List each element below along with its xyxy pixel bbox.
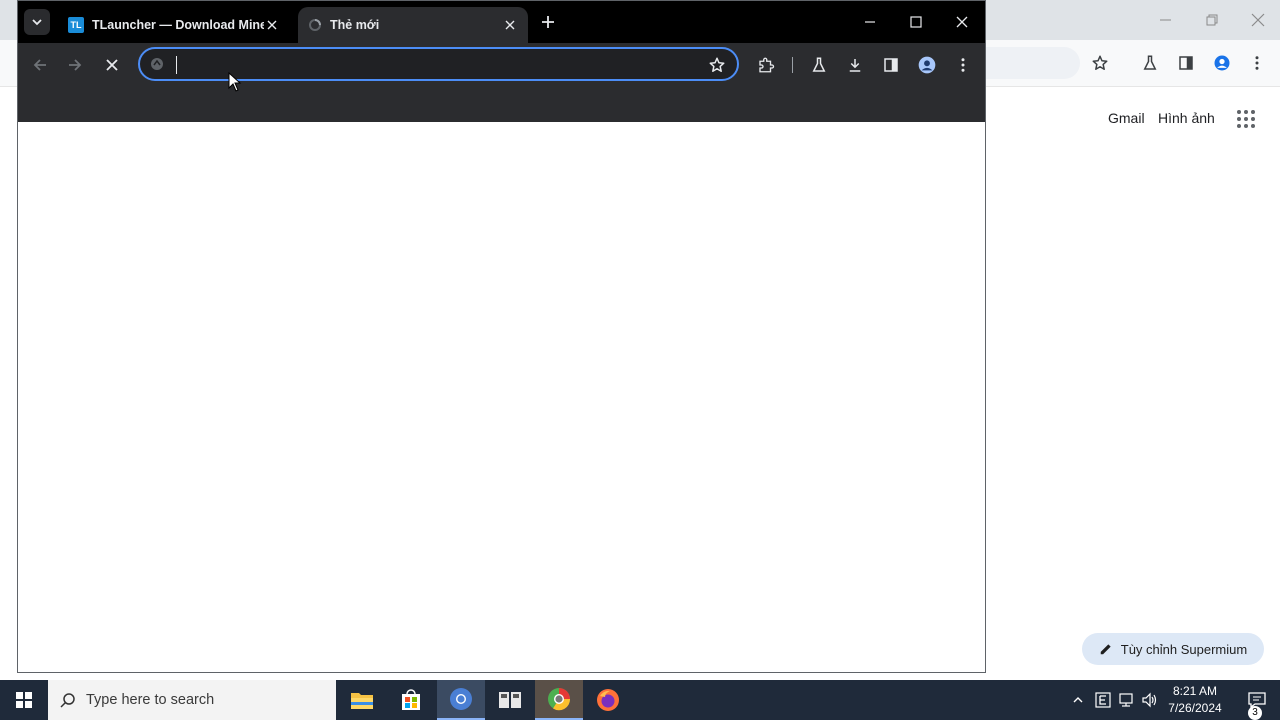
images-link[interactable]: Hình ảnh bbox=[1158, 110, 1215, 126]
minimize-button[interactable] bbox=[860, 12, 880, 32]
tab-new-tab[interactable]: Thẻ mới bbox=[298, 7, 528, 43]
close-icon bbox=[105, 58, 119, 72]
tab-title: TLauncher — Download Minec bbox=[92, 18, 264, 32]
network-icon[interactable] bbox=[1117, 690, 1137, 710]
chrome-app[interactable] bbox=[437, 680, 485, 720]
forward-button[interactable] bbox=[65, 55, 85, 75]
loading-spinner-icon bbox=[308, 18, 322, 32]
text-caret bbox=[176, 56, 177, 74]
maximize-icon bbox=[910, 16, 922, 28]
system-clock[interactable]: 8:21 AM 7/26/2024 bbox=[1162, 683, 1228, 717]
browser-toolbar bbox=[18, 43, 985, 87]
windows-icon bbox=[16, 692, 32, 708]
labs-icon[interactable] bbox=[1141, 54, 1159, 72]
maximize-button[interactable] bbox=[906, 12, 926, 32]
apps-grid-icon[interactable] bbox=[1236, 109, 1256, 129]
close-icon[interactable] bbox=[1248, 10, 1268, 30]
foreground-browser-window: TL TLauncher — Download Minec Thẻ mới bbox=[17, 0, 986, 673]
stop-loading-button[interactable] bbox=[102, 55, 122, 75]
close-icon bbox=[956, 16, 968, 28]
clock-time: 8:21 AM bbox=[1172, 684, 1218, 698]
minimize-icon bbox=[864, 16, 876, 28]
firefox-app[interactable] bbox=[584, 680, 632, 720]
taskbar: Type here to search 8:21 AM 7/26/2024 bbox=[0, 680, 1280, 720]
search-icon bbox=[60, 692, 76, 708]
supermium-icon bbox=[547, 687, 571, 711]
firefox-icon bbox=[596, 688, 620, 712]
folder-icon bbox=[350, 689, 374, 711]
app-4[interactable] bbox=[486, 680, 534, 720]
mouse-cursor-icon bbox=[228, 72, 242, 92]
clock-date: 7/26/2024 bbox=[1168, 701, 1222, 715]
toolbar-divider bbox=[792, 57, 793, 73]
close-icon[interactable] bbox=[264, 17, 280, 33]
customize-label: Tùy chỉnh Supermium bbox=[1120, 641, 1248, 657]
menu-icon[interactable] bbox=[1248, 54, 1266, 72]
tab-search-button[interactable] bbox=[24, 9, 50, 35]
minimize-icon[interactable] bbox=[1156, 10, 1176, 30]
start-button[interactable] bbox=[0, 680, 48, 720]
download-icon[interactable] bbox=[845, 55, 865, 75]
customize-button[interactable]: Tùy chỉnh Supermium bbox=[1082, 633, 1264, 665]
close-window-button[interactable] bbox=[952, 12, 972, 32]
site-info-icon bbox=[150, 57, 164, 71]
supermium-app[interactable] bbox=[535, 680, 583, 720]
search-placeholder: Type here to search bbox=[86, 692, 215, 708]
tab-title: Thẻ mới bbox=[330, 18, 380, 32]
plus-icon bbox=[541, 15, 555, 29]
store-icon bbox=[400, 689, 422, 711]
menu-icon[interactable] bbox=[953, 55, 973, 75]
close-icon[interactable] bbox=[502, 17, 518, 33]
new-tab-button[interactable] bbox=[538, 12, 558, 32]
tab-tlauncher[interactable]: TL TLauncher — Download Minec bbox=[58, 7, 290, 43]
profile-icon[interactable] bbox=[917, 55, 937, 75]
extensions-icon[interactable] bbox=[756, 55, 776, 75]
app-window-icon bbox=[498, 689, 522, 711]
address-input[interactable] bbox=[174, 54, 694, 74]
tlauncher-favicon-icon: TL bbox=[68, 17, 84, 33]
tab-strip: TL TLauncher — Download Minec Thẻ mới bbox=[18, 1, 985, 43]
profile-icon[interactable] bbox=[1213, 54, 1231, 72]
star-icon[interactable] bbox=[1091, 54, 1109, 72]
chevron-down-icon bbox=[31, 16, 43, 28]
microsoft-store-app[interactable] bbox=[387, 680, 435, 720]
file-explorer-app[interactable] bbox=[338, 680, 386, 720]
back-button[interactable] bbox=[30, 55, 50, 75]
page-content bbox=[18, 122, 985, 672]
volume-icon[interactable] bbox=[1140, 690, 1160, 710]
labs-icon[interactable] bbox=[809, 55, 829, 75]
bookmarks-bar bbox=[18, 87, 985, 122]
gmail-link[interactable]: Gmail bbox=[1108, 110, 1145, 126]
chevron-up-icon[interactable] bbox=[1068, 690, 1088, 710]
notification-count-badge: 3 bbox=[1248, 706, 1262, 720]
arrow-left-icon bbox=[32, 57, 48, 73]
chrome-icon bbox=[449, 687, 473, 711]
taskbar-search[interactable]: Type here to search bbox=[48, 680, 336, 720]
arrow-right-icon bbox=[67, 57, 83, 73]
restore-icon[interactable] bbox=[1202, 10, 1222, 30]
keyboard-layout-icon[interactable] bbox=[1093, 690, 1113, 710]
star-icon[interactable] bbox=[708, 56, 726, 74]
side-panel-icon[interactable] bbox=[881, 55, 901, 75]
side-panel-icon[interactable] bbox=[1177, 54, 1195, 72]
pencil-icon bbox=[1099, 642, 1113, 656]
